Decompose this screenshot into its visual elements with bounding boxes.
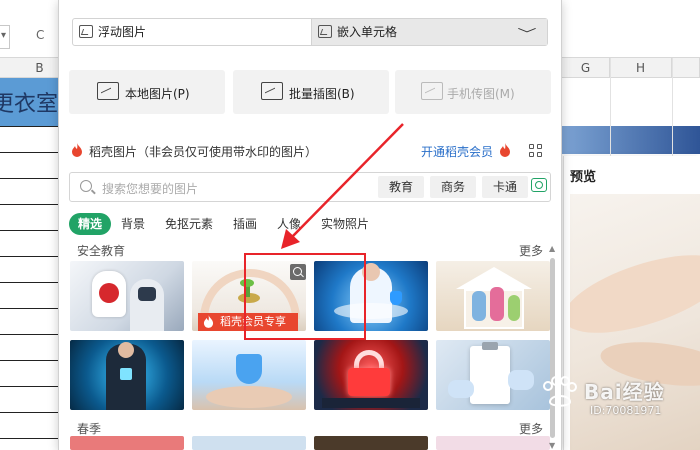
row-border	[0, 386, 58, 387]
row-border	[0, 308, 58, 309]
batch-insert-label: 批量插图(B)	[289, 87, 355, 101]
image-thumbnail[interactable]	[436, 340, 550, 410]
row-border	[0, 152, 58, 153]
formula-bar-text: C	[36, 28, 45, 42]
local-image-label: 本地图片(P)	[125, 87, 190, 101]
local-image-button[interactable]: 本地图片(P)	[69, 70, 225, 114]
baidu-jingyan-watermark: Bai经验 ID:70081971	[534, 376, 694, 424]
row-border	[0, 230, 58, 231]
tab-portrait[interactable]: 人像	[277, 213, 301, 235]
batch-image-icon	[261, 82, 283, 100]
floating-image-icon	[79, 25, 93, 38]
section-title: 春季	[77, 422, 102, 436]
embed-in-cell-option[interactable]: 嵌入单元格 ﹀	[311, 19, 547, 45]
hand-shape	[570, 239, 700, 349]
row-border	[0, 334, 58, 335]
image-thumbnail[interactable]	[70, 340, 184, 410]
row-border	[0, 438, 58, 439]
image-icon	[97, 82, 119, 100]
more-link[interactable]: 更多	[519, 242, 543, 259]
row-border	[0, 282, 58, 283]
search-icon	[80, 180, 92, 192]
row-border	[0, 256, 58, 257]
flame-icon	[72, 143, 82, 157]
watermark-id: ID:70081971	[590, 404, 662, 417]
highlight-box	[244, 253, 366, 340]
tab-featured[interactable]: 精选	[69, 213, 112, 235]
keyword-chip[interactable]: 教育	[378, 176, 424, 198]
image-search-bar: 搜索您想要的图片 教育 商务 卡通	[69, 172, 551, 202]
image-thumbnail[interactable]	[436, 261, 550, 331]
phone-upload-button[interactable]: 手机传图(M)	[395, 70, 551, 114]
section-title: 安全教育	[77, 244, 126, 258]
image-thumbnail[interactable]	[70, 261, 184, 331]
image-thumbnail[interactable]	[70, 436, 184, 450]
column-header-g[interactable]: G	[562, 58, 610, 78]
open-membership-link[interactable]: 开通稻壳会员	[421, 143, 493, 160]
phone-upload-label: 手机传图(M)	[447, 87, 515, 101]
row-border	[0, 126, 58, 127]
row-border	[0, 412, 58, 413]
keyword-chip[interactable]: 商务	[430, 176, 476, 198]
title-cell-text: 更衣室	[0, 92, 59, 117]
flame-icon	[203, 315, 214, 328]
scroll-down-icon[interactable]: ▼	[549, 441, 555, 450]
camera-search-icon[interactable]	[531, 178, 547, 192]
tab-object-photos[interactable]: 实物照片	[321, 213, 369, 235]
floating-image-option[interactable]: 浮动图片	[73, 19, 311, 45]
row-border	[0, 204, 58, 205]
image-thumbnail[interactable]	[192, 436, 306, 450]
watermark-brand: Bai经验	[584, 380, 665, 404]
paw-logo-icon	[543, 376, 577, 407]
tab-cutout-elements[interactable]: 免抠元素	[165, 213, 213, 235]
insert-picture-popup: 浮动图片 嵌入单元格 ﹀ 本地图片(P) 批量插图(B) 手机传图(M) 稻壳图…	[58, 0, 562, 450]
docer-library-title: 稻壳图片（非会员仅可使用带水印的图片）	[89, 145, 318, 159]
search-input[interactable]: 搜索您想要的图片	[102, 180, 198, 197]
screen: ▾ C B G H 更衣室 预览 浮动图片 嵌入单元格 ﹀ 本地图片(P) 批量…	[0, 0, 700, 450]
keyword-chip[interactable]: 卡通	[482, 176, 528, 198]
grid-view-icon[interactable]	[529, 144, 543, 158]
header-fill-cells	[560, 126, 700, 154]
batch-insert-button[interactable]: 批量插图(B)	[233, 70, 389, 114]
image-thumbnail[interactable]	[314, 340, 428, 410]
flame-icon	[500, 143, 510, 157]
row-border	[0, 178, 58, 179]
image-thumbnail[interactable]	[436, 436, 550, 450]
embed-cell-icon	[318, 25, 332, 38]
image-thumbnail[interactable]	[314, 436, 428, 450]
tab-illustration[interactable]: 插画	[233, 213, 257, 235]
preview-title: 预览	[570, 170, 597, 185]
row-border	[0, 360, 58, 361]
column-header-h[interactable]: H	[610, 58, 672, 78]
chevron-down-icon[interactable]: ▾	[1, 30, 6, 41]
floating-image-label: 浮动图片	[98, 25, 147, 39]
category-tabs: 精选 背景 免抠元素 插画 人像 实物照片	[69, 213, 549, 235]
title-cell[interactable]: 更衣室	[0, 78, 58, 126]
column-header-next[interactable]	[672, 58, 700, 78]
embed-in-cell-label: 嵌入单元格	[337, 25, 398, 39]
image-thumbnail[interactable]	[192, 340, 306, 410]
chevron-down-icon[interactable]: ﹀	[517, 21, 536, 47]
phone-image-icon	[421, 82, 443, 100]
insert-mode-selector: 浮动图片 嵌入单元格 ﹀	[72, 18, 548, 46]
tab-background[interactable]: 背景	[121, 213, 145, 235]
scroll-up-icon[interactable]: ▲	[549, 244, 555, 253]
docer-library-header: 稻壳图片（非会员仅可使用带水印的图片） 开通稻壳会员	[59, 139, 561, 163]
